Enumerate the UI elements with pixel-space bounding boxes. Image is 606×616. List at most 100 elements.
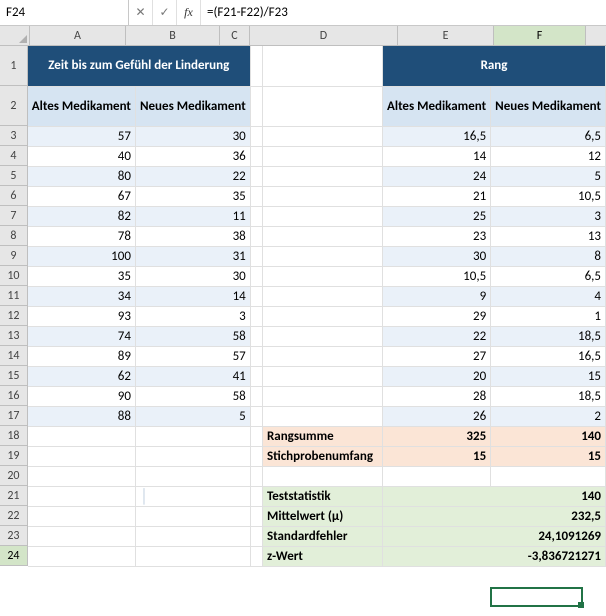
cell-A14[interactable]: 89 bbox=[28, 346, 136, 366]
cell-C4[interactable] bbox=[250, 146, 262, 166]
cell-F15[interactable]: 15 bbox=[491, 366, 606, 386]
cell-A19[interactable] bbox=[28, 446, 136, 466]
row-header-10[interactable]: 10 bbox=[0, 266, 28, 286]
cell-B10[interactable]: 30 bbox=[135, 266, 250, 286]
cell-E22[interactable]: 232,5 bbox=[383, 506, 606, 526]
cell-A8[interactable]: 78 bbox=[28, 226, 136, 246]
cell-E3[interactable]: 16,5 bbox=[383, 126, 491, 146]
cell-E4[interactable]: 14 bbox=[383, 146, 491, 166]
cell-F8[interactable]: 13 bbox=[491, 226, 606, 246]
cell-C12[interactable] bbox=[250, 306, 262, 326]
cell-D15[interactable] bbox=[262, 366, 382, 386]
cell-D5[interactable] bbox=[262, 166, 382, 186]
cell-D3[interactable] bbox=[262, 126, 382, 146]
cell-D9[interactable] bbox=[262, 246, 382, 266]
cell-B13[interactable]: 58 bbox=[135, 326, 250, 346]
cell-A24[interactable] bbox=[28, 546, 136, 566]
cell-E16[interactable]: 28 bbox=[383, 386, 491, 406]
cell-A6[interactable]: 67 bbox=[28, 186, 136, 206]
row-header-2[interactable]: 2 bbox=[0, 86, 28, 126]
cell-B9[interactable]: 31 bbox=[135, 246, 250, 266]
cell-D17[interactable] bbox=[262, 406, 382, 426]
cell-F17[interactable]: 2 bbox=[491, 406, 606, 426]
cell-D11[interactable] bbox=[262, 286, 382, 306]
cell-F13[interactable]: 18,5 bbox=[491, 326, 606, 346]
cell-C8[interactable] bbox=[250, 226, 262, 246]
cell-F5[interactable]: 5 bbox=[491, 166, 606, 186]
row-header-12[interactable]: 12 bbox=[0, 306, 28, 326]
cell-D20[interactable] bbox=[262, 466, 382, 486]
cell-F3[interactable]: 6,5 bbox=[491, 126, 606, 146]
cell-A3[interactable]: 57 bbox=[28, 126, 136, 146]
cell-B8[interactable]: 38 bbox=[135, 226, 250, 246]
cell-E9[interactable]: 30 bbox=[383, 246, 491, 266]
cell-A7[interactable]: 82 bbox=[28, 206, 136, 226]
row-header-4[interactable]: 4 bbox=[0, 146, 28, 166]
cell-D6[interactable] bbox=[262, 186, 382, 206]
cell-C19[interactable] bbox=[250, 446, 262, 466]
row-header-18[interactable]: 18 bbox=[0, 426, 28, 446]
cell-C7[interactable] bbox=[250, 206, 262, 226]
cell-D19[interactable]: Stichprobenumfang bbox=[262, 446, 382, 466]
col-header-C[interactable]: C bbox=[220, 26, 250, 45]
cell-B17[interactable]: 5 bbox=[135, 406, 250, 426]
cell-B5[interactable]: 22 bbox=[135, 166, 250, 186]
cell-D14[interactable] bbox=[262, 346, 382, 366]
cell-C1[interactable] bbox=[250, 46, 262, 86]
cell-B21[interactable]: │ bbox=[135, 486, 250, 506]
cell-E17[interactable]: 26 bbox=[383, 406, 491, 426]
cell-A20[interactable] bbox=[28, 466, 136, 486]
cell-C2[interactable] bbox=[250, 86, 262, 126]
cell-A2[interactable]: Altes Medikament bbox=[28, 86, 136, 126]
cell-A18[interactable] bbox=[28, 426, 136, 446]
cell-A4[interactable]: 40 bbox=[28, 146, 136, 166]
cell-D12[interactable] bbox=[262, 306, 382, 326]
cell-E11[interactable]: 9 bbox=[383, 286, 491, 306]
cell-F9[interactable]: 8 bbox=[491, 246, 606, 266]
row-header-7[interactable]: 7 bbox=[0, 206, 28, 226]
cell-C10[interactable] bbox=[250, 266, 262, 286]
row-header-19[interactable]: 19 bbox=[0, 446, 28, 466]
cell-D23[interactable]: Standardfehler bbox=[262, 526, 382, 546]
cell-C24[interactable] bbox=[250, 546, 262, 566]
cell-D16[interactable] bbox=[262, 386, 382, 406]
cell-E15[interactable]: 20 bbox=[383, 366, 491, 386]
cell-F6[interactable]: 10,5 bbox=[491, 186, 606, 206]
cell-C18[interactable] bbox=[250, 426, 262, 446]
cell-B19[interactable] bbox=[135, 446, 250, 466]
cell-B14[interactable]: 57 bbox=[135, 346, 250, 366]
cell-E2[interactable]: Altes Medikament bbox=[383, 86, 491, 126]
cell-C13[interactable] bbox=[250, 326, 262, 346]
col-header-F[interactable]: F bbox=[494, 26, 586, 45]
row-header-20[interactable]: 20 bbox=[0, 466, 28, 486]
cell-B7[interactable]: 11 bbox=[135, 206, 250, 226]
formula-input[interactable] bbox=[201, 0, 606, 25]
cell-E18[interactable]: 325 bbox=[383, 426, 491, 446]
cell-A5[interactable]: 80 bbox=[28, 166, 136, 186]
row-header-8[interactable]: 8 bbox=[0, 226, 28, 246]
cell-D21[interactable]: Teststatistik bbox=[262, 486, 382, 506]
cell-E20[interactable] bbox=[383, 466, 491, 486]
cell-E8[interactable]: 23 bbox=[383, 226, 491, 246]
row-header-21[interactable]: 21 bbox=[0, 486, 28, 506]
fill-handle[interactable] bbox=[578, 602, 584, 608]
cell-E24[interactable]: -3,836721271 bbox=[383, 546, 606, 566]
name-box[interactable] bbox=[0, 0, 120, 25]
cell-C22[interactable] bbox=[250, 506, 262, 526]
cell-B18[interactable] bbox=[135, 426, 250, 446]
cell-C15[interactable] bbox=[250, 366, 262, 386]
cell-A22[interactable] bbox=[28, 506, 136, 526]
cell-D13[interactable] bbox=[262, 326, 382, 346]
cell-F16[interactable]: 18,5 bbox=[491, 386, 606, 406]
cell-D22[interactable]: Mittelwert (μ) bbox=[262, 506, 382, 526]
cell-C14[interactable] bbox=[250, 346, 262, 366]
cell-B22[interactable] bbox=[135, 506, 250, 526]
cell-C21[interactable] bbox=[250, 486, 262, 506]
col-header-D[interactable]: D bbox=[250, 26, 398, 45]
cell-E19[interactable]: 15 bbox=[383, 446, 491, 466]
cell-F20[interactable] bbox=[491, 466, 606, 486]
cell-E1[interactable]: Rang bbox=[383, 46, 606, 86]
cell-A1[interactable]: Zeit bis zum Gefühl der Linderung bbox=[28, 46, 250, 86]
col-header-B[interactable]: B bbox=[126, 26, 220, 45]
commit-formula-button[interactable]: ✓ bbox=[153, 0, 177, 25]
